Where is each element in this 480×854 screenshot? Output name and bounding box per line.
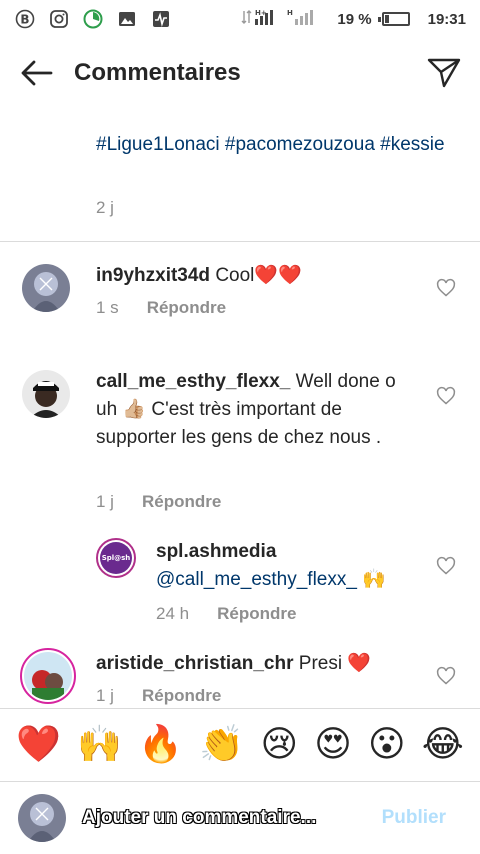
comment-username[interactable]: in9yhzxit34d bbox=[96, 265, 210, 286]
share-button[interactable] bbox=[426, 55, 462, 91]
comment-input[interactable]: Ajouter un commentaire... bbox=[82, 807, 316, 829]
avatar[interactable] bbox=[22, 370, 70, 418]
b-app-icon: B bbox=[14, 8, 36, 30]
header: Commentaires bbox=[0, 48, 480, 98]
comment-item: in9yhzxit34d Cool❤️❤️ 1 s Répondre bbox=[0, 262, 480, 342]
reaction-laughing[interactable]: 😂 bbox=[422, 725, 464, 765]
signal-net-label-2: H bbox=[287, 9, 293, 17]
mention-link[interactable]: @call_me_esthy_flexx_ bbox=[156, 569, 357, 590]
reply-item: Spl@sh spl.ashmedia @call_me_esthy_flexx… bbox=[0, 538, 480, 634]
arrow-left-icon bbox=[21, 60, 53, 86]
back-button[interactable] bbox=[18, 55, 54, 91]
avatar-brand-text: Spl@sh bbox=[101, 554, 131, 562]
quick-reactions-bar: ❤️ 🙌 🔥 👏 😢 😍 😮 😂 bbox=[0, 708, 480, 782]
page-title: Commentaires bbox=[74, 59, 241, 86]
comment-item: aristide_christian_chr Presi ❤️ 1 j Répo… bbox=[0, 648, 480, 708]
avatar[interactable] bbox=[20, 648, 76, 704]
comment-text: Cool❤️❤️ bbox=[215, 265, 302, 286]
current-user-avatar bbox=[18, 794, 66, 842]
clock: 19:31 bbox=[427, 10, 466, 28]
comment-username[interactable]: call_me_esthy_flexx_ bbox=[96, 371, 290, 392]
like-heart-icon[interactable] bbox=[436, 278, 456, 298]
comment-text: Presi ❤️ bbox=[298, 653, 371, 674]
data-usage-icon bbox=[82, 8, 104, 30]
reaction-surprised[interactable]: 😮 bbox=[368, 725, 406, 765]
caption-hashtags[interactable]: #Ligue1Lonaci #pacomezouzoua #kessie bbox=[96, 134, 445, 155]
reply-button[interactable]: Répondre bbox=[142, 686, 221, 706]
signal-icon: H+ H bbox=[241, 7, 327, 31]
status-bar: B H+ H 19 % 19:31 bbox=[0, 0, 480, 38]
activity-icon bbox=[150, 8, 172, 30]
comment-username[interactable]: spl.ashmedia bbox=[156, 538, 426, 566]
reaction-clap[interactable]: 👏 bbox=[199, 725, 244, 765]
reaction-crying[interactable]: 😢 bbox=[260, 725, 298, 765]
like-heart-icon[interactable] bbox=[436, 556, 456, 576]
comment-time: 1 j bbox=[96, 492, 114, 511]
comment-item: call_me_esthy_flexx_ Well done o uh 👍🏼 C… bbox=[0, 368, 480, 520]
reply-button[interactable]: Répondre bbox=[147, 298, 226, 318]
comment-time: 1 s bbox=[96, 298, 119, 317]
post-caption[interactable]: #Ligue1Lonaci #pacomezouzoua #kessie bbox=[96, 130, 456, 159]
avatar[interactable] bbox=[22, 264, 70, 312]
divider bbox=[0, 241, 480, 242]
comment-username[interactable]: aristide_christian_chr bbox=[96, 653, 293, 674]
svg-text:B: B bbox=[20, 13, 29, 27]
reply-button[interactable]: Répondre bbox=[217, 604, 296, 624]
publish-button[interactable]: Publier bbox=[382, 807, 462, 829]
send-icon bbox=[427, 58, 461, 88]
reaction-raised-hands[interactable]: 🙌 bbox=[77, 725, 122, 765]
comment-text: 🙌 bbox=[362, 569, 386, 590]
battery-icon bbox=[377, 12, 410, 26]
reaction-heart[interactable]: ❤️ bbox=[16, 725, 61, 765]
like-heart-icon[interactable] bbox=[436, 666, 456, 686]
reply-button[interactable]: Répondre bbox=[142, 492, 221, 512]
comment-time: 24 h bbox=[156, 604, 190, 623]
avatar[interactable]: Spl@sh bbox=[96, 538, 136, 578]
comment-input-bar: Ajouter un commentaire... Publier bbox=[0, 790, 480, 846]
comment-time: 1 j bbox=[96, 686, 114, 705]
like-heart-icon[interactable] bbox=[436, 386, 456, 406]
reaction-heart-eyes[interactable]: 😍 bbox=[314, 725, 352, 765]
reaction-fire[interactable]: 🔥 bbox=[138, 725, 183, 765]
caption-time: 2 j bbox=[96, 198, 114, 217]
battery-percent: 19 % bbox=[337, 10, 372, 28]
instagram-icon bbox=[48, 8, 70, 30]
gallery-icon bbox=[116, 8, 138, 30]
